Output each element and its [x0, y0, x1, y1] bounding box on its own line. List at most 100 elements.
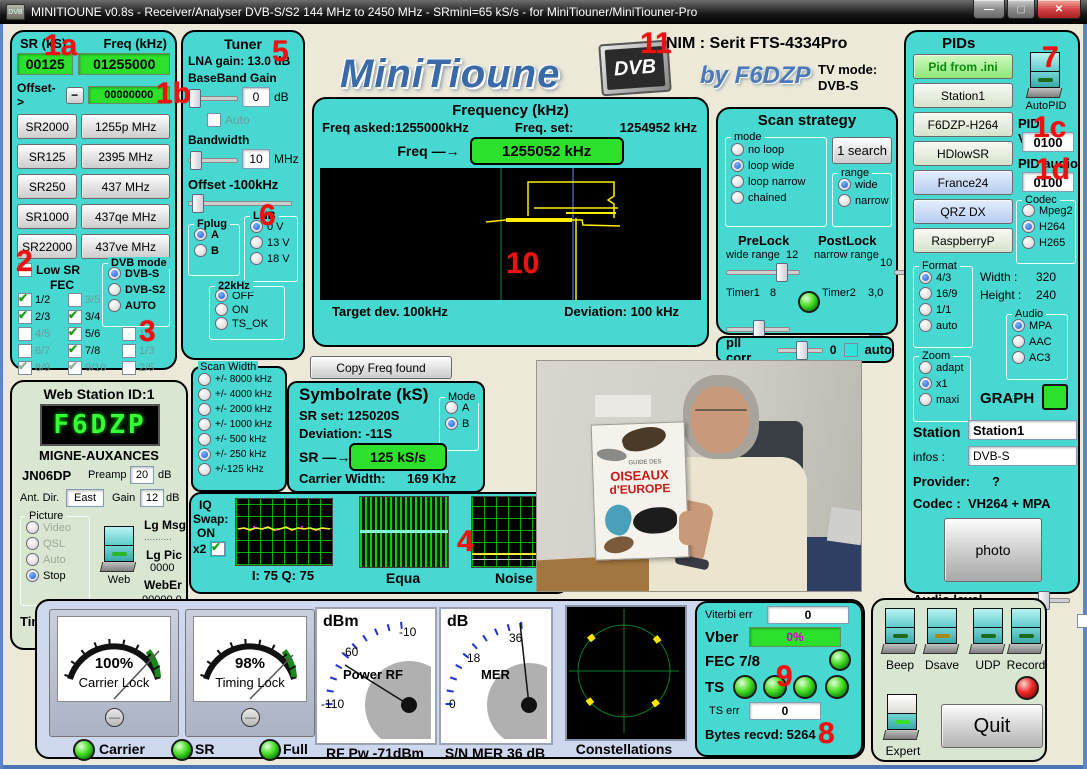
fec-checkbox[interactable]	[18, 344, 32, 358]
fec-checkbox[interactable]	[68, 310, 82, 324]
audio-aac-radio[interactable]	[1012, 335, 1025, 348]
quit-button[interactable]: Quit	[941, 704, 1043, 748]
scanwidth-250-radio[interactable]	[198, 448, 211, 461]
freq-found-display[interactable]: 1255052 kHz	[470, 137, 624, 165]
baseband-auto-checkbox[interactable]	[207, 113, 221, 127]
bandwidth-field[interactable]: 10	[242, 149, 270, 169]
format-169-radio[interactable]	[919, 287, 932, 300]
range-wide-radio[interactable]	[838, 178, 851, 191]
preamp-field[interactable]: 20	[130, 466, 154, 484]
fplug-b-radio[interactable]	[194, 244, 207, 257]
tuner-offset-slider[interactable]	[188, 194, 292, 211]
qrzdx-button[interactable]: QRZ DX	[913, 199, 1013, 224]
pll-corr-slider[interactable]	[777, 341, 823, 358]
fec-checkbox[interactable]	[68, 327, 82, 341]
picture-qsl-radio[interactable]	[26, 537, 39, 550]
infos-field[interactable]: DVB-S	[968, 446, 1077, 466]
prelock-slider[interactable]	[726, 263, 800, 280]
preset-sr125-button[interactable]: SR125	[17, 144, 77, 169]
sr-mode-a-radio[interactable]	[445, 401, 458, 414]
22khz-on-radio[interactable]	[215, 303, 228, 316]
minimize-button[interactable]: —	[973, 0, 1005, 19]
iq-x2-checkbox[interactable]	[211, 542, 225, 556]
pll-auto-checkbox[interactable]	[844, 343, 858, 357]
22khz-off-radio[interactable]	[215, 289, 228, 302]
format-11-radio[interactable]	[919, 303, 932, 316]
preset-437qe-button[interactable]: 437qe MHz	[81, 204, 170, 229]
f6dzp-h264-button[interactable]: F6DZP-H264	[913, 112, 1013, 137]
fplug-a-radio[interactable]	[194, 228, 207, 241]
fec-checkbox[interactable]	[18, 310, 32, 324]
codec-h265-radio[interactable]	[1022, 236, 1035, 249]
scanwidth-500-radio[interactable]	[198, 433, 211, 446]
station-field[interactable]: Station1	[968, 420, 1077, 440]
format-auto-radio[interactable]	[919, 319, 932, 332]
picture-auto-radio[interactable]	[26, 553, 39, 566]
preset-sr250-button[interactable]: SR250	[17, 174, 77, 199]
fec-checkbox[interactable]	[122, 361, 136, 375]
preset-437ve-button[interactable]: 437ve MHz	[81, 234, 170, 259]
gain-field[interactable]: 12	[140, 489, 164, 507]
search-button[interactable]: 1 search	[832, 137, 892, 164]
sr-mode-b-radio[interactable]	[445, 417, 458, 430]
fec-checkbox[interactable]	[122, 327, 136, 341]
preset-1255p-button[interactable]: 1255p MHz	[81, 114, 170, 139]
spectrum-display[interactable]	[320, 168, 701, 300]
dvb-s2-radio[interactable]	[108, 283, 121, 296]
audio-ac3-radio[interactable]	[1012, 351, 1025, 364]
picture-stop-radio[interactable]	[26, 569, 39, 582]
scanwidth-1000-radio[interactable]	[198, 418, 211, 431]
antdir-field[interactable]: East	[66, 489, 104, 507]
preset-437-button[interactable]: 437 MHz	[81, 174, 170, 199]
france24-button[interactable]: France24	[913, 170, 1013, 195]
freq-value-field[interactable]: 01255000	[78, 53, 170, 75]
maximize-button[interactable]: ▢	[1007, 0, 1035, 19]
fec-checkbox[interactable]	[122, 344, 136, 358]
preset-sr1000-button[interactable]: SR1000	[17, 204, 77, 229]
mode-loopwide-radio[interactable]	[731, 159, 744, 172]
photo-button[interactable]: photo	[944, 518, 1042, 582]
codec-mpeg2-radio[interactable]	[1022, 204, 1035, 217]
mode-noloop-radio[interactable]	[731, 143, 744, 156]
mode-loopnarrow-radio[interactable]	[731, 175, 744, 188]
lnb-13v-radio[interactable]	[250, 236, 263, 249]
close-button[interactable]: ✕	[1037, 0, 1081, 19]
fec-checkbox[interactable]	[18, 327, 32, 341]
beep-switch[interactable]	[885, 608, 915, 654]
iss-checkbox[interactable]	[1077, 614, 1087, 628]
fec-checkbox[interactable]	[18, 293, 32, 307]
sr-display[interactable]: 125 kS/s	[349, 443, 447, 471]
22khz-tsok-radio[interactable]	[215, 317, 228, 330]
preset-sr2000-button[interactable]: SR2000	[17, 114, 77, 139]
fec-checkbox[interactable]	[68, 344, 82, 358]
codec-h264-radio[interactable]	[1022, 220, 1035, 233]
format-43-radio[interactable]	[919, 271, 932, 284]
fec-checkbox[interactable]	[18, 361, 32, 375]
dvb-auto-radio[interactable]	[108, 299, 121, 312]
dsave-switch[interactable]	[927, 608, 957, 654]
expert-switch[interactable]	[887, 694, 917, 740]
audio-mpa-radio[interactable]	[1012, 319, 1025, 332]
record-switch[interactable]	[1011, 608, 1041, 654]
baseband-gain-slider[interactable]	[188, 89, 238, 106]
scanwidth-4000-radio[interactable]	[198, 388, 211, 401]
scanwidth-2000-radio[interactable]	[198, 403, 211, 416]
scanwidth-125-radio[interactable]	[198, 463, 211, 476]
pid-from-ini-button[interactable]: Pid from .ini	[913, 54, 1013, 79]
copy-freq-found-button[interactable]: Copy Freq found	[310, 356, 452, 379]
bandwidth-slider[interactable]	[188, 151, 238, 168]
zoom-maxi-radio[interactable]	[919, 393, 932, 406]
hdlowsr-button[interactable]: HDlowSR	[913, 141, 1013, 166]
offset-minus-button[interactable]: −	[66, 87, 84, 104]
video-display[interactable]: GUIDE DES OISEAUX d'EUROPE	[536, 360, 862, 592]
preset-2395-button[interactable]: 2395 MHz	[81, 144, 170, 169]
lnb-18v-radio[interactable]	[250, 252, 263, 265]
scanwidth-8000-radio[interactable]	[198, 373, 211, 386]
mode-chained-radio[interactable]	[731, 191, 744, 204]
picture-video-radio[interactable]	[26, 521, 39, 534]
raspberryp-button[interactable]: RaspberryP	[913, 228, 1013, 253]
range-narrow-radio[interactable]	[838, 194, 851, 207]
web-switch[interactable]	[104, 526, 134, 572]
baseband-gain-field[interactable]: 0	[242, 87, 270, 107]
fec-checkbox[interactable]	[68, 361, 82, 375]
